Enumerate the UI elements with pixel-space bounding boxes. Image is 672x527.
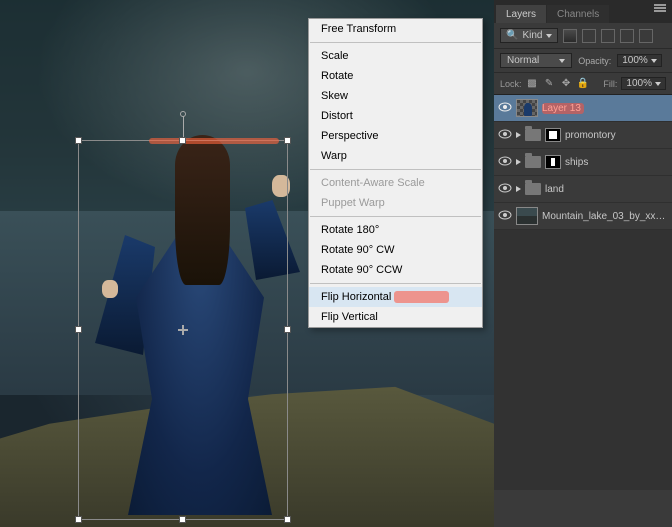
- menu-distort[interactable]: Distort: [309, 106, 482, 126]
- layers-empty-area[interactable]: [494, 230, 672, 490]
- fill-input[interactable]: 100%: [621, 77, 666, 90]
- menu-content-aware-scale: Content-Aware Scale: [309, 173, 482, 193]
- filter-pixel-layers-icon[interactable]: [563, 29, 577, 43]
- transform-handle-top[interactable]: [179, 137, 186, 144]
- menu-rotate[interactable]: Rotate: [309, 66, 482, 86]
- tab-channels[interactable]: Channels: [547, 5, 609, 23]
- menu-puppet-warp: Puppet Warp: [309, 193, 482, 213]
- folder-icon: [525, 156, 541, 168]
- menu-scale[interactable]: Scale: [309, 46, 482, 66]
- menu-flip-vertical[interactable]: Flip Vertical: [309, 307, 482, 327]
- menu-separator: [310, 283, 481, 284]
- blend-mode-select[interactable]: Normal: [500, 53, 572, 68]
- transform-handle-top-right[interactable]: [284, 137, 291, 144]
- menu-perspective[interactable]: Perspective: [309, 126, 482, 146]
- menu-separator: [310, 216, 481, 217]
- layer-filter-kind-select[interactable]: 🔍 Kind: [500, 28, 558, 43]
- folder-icon: [525, 183, 541, 195]
- fill-label: Fill:: [603, 79, 617, 89]
- menu-rotate-180[interactable]: Rotate 180°: [309, 220, 482, 240]
- visibility-toggle-icon[interactable]: [498, 210, 512, 223]
- layer-thumbnail[interactable]: [516, 99, 538, 117]
- filter-shape-layers-icon[interactable]: [620, 29, 634, 43]
- opacity-input[interactable]: 100%: [617, 54, 662, 67]
- chevron-down-icon: [655, 82, 661, 86]
- layer-name[interactable]: ships: [565, 157, 668, 168]
- layer-name[interactable]: Mountain_lake_03_by_xxM…: [542, 211, 668, 222]
- layer-filter-row: 🔍 Kind: [494, 23, 672, 49]
- visibility-toggle-icon[interactable]: [498, 156, 512, 169]
- layer-mask-thumbnail[interactable]: [545, 155, 561, 169]
- visibility-toggle-icon[interactable]: [498, 129, 512, 142]
- lock-all-icon[interactable]: 🔒: [577, 77, 590, 90]
- transform-reference-point[interactable]: [180, 111, 186, 117]
- blend-mode-row: Normal Opacity: 100%: [494, 49, 672, 73]
- search-icon: 🔍: [506, 30, 518, 41]
- transform-handle-bottom-right[interactable]: [284, 516, 291, 523]
- lock-pixels-icon[interactable]: ✎: [543, 77, 556, 90]
- chevron-down-icon: [546, 34, 552, 38]
- menu-flip-horizontal[interactable]: Flip Horizontal: [309, 287, 482, 307]
- transform-handle-left[interactable]: [75, 326, 82, 333]
- fill-value: 100%: [626, 78, 652, 89]
- menu-separator: [310, 42, 481, 43]
- transform-center-marker[interactable]: [178, 325, 188, 335]
- opacity-label: Opacity:: [578, 56, 611, 66]
- filter-smart-objects-icon[interactable]: [639, 29, 653, 43]
- layers-list: Layer 13 promontory ships: [494, 95, 672, 230]
- annotation-highlight: [394, 291, 449, 303]
- opacity-value: 100%: [622, 55, 648, 66]
- layer-mask-thumbnail[interactable]: [545, 128, 561, 142]
- layer-row[interactable]: ships: [494, 149, 672, 176]
- layer-name[interactable]: Layer 13: [542, 103, 668, 114]
- transform-handle-bottom[interactable]: [179, 516, 186, 523]
- lock-label: Lock:: [500, 79, 522, 89]
- layers-panel: Layers Channels 🔍 Kind Normal Opacity: 1…: [494, 0, 672, 527]
- layer-row[interactable]: promontory: [494, 122, 672, 149]
- menu-rotate-90-cw[interactable]: Rotate 90° CW: [309, 240, 482, 260]
- annotation-highlight: [149, 138, 279, 144]
- visibility-toggle-icon[interactable]: [498, 102, 512, 115]
- layer-name[interactable]: land: [545, 184, 668, 195]
- expand-group-icon[interactable]: [516, 159, 521, 165]
- chevron-down-icon: [559, 59, 565, 63]
- lock-position-icon[interactable]: ✥: [560, 77, 573, 90]
- menu-free-transform[interactable]: Free Transform: [309, 19, 482, 39]
- panel-tabs: Layers Channels: [494, 0, 672, 23]
- menu-skew[interactable]: Skew: [309, 86, 482, 106]
- layer-filter-kind-label: Kind: [522, 30, 542, 41]
- transform-handle-right[interactable]: [284, 326, 291, 333]
- transform-context-menu: Free Transform Scale Rotate Skew Distort…: [308, 18, 483, 328]
- tab-layers[interactable]: Layers: [496, 5, 546, 23]
- free-transform-bounding-box[interactable]: [78, 140, 288, 520]
- menu-warp[interactable]: Warp: [309, 146, 482, 166]
- filter-adjustment-layers-icon[interactable]: [582, 29, 596, 43]
- expand-group-icon[interactable]: [516, 132, 521, 138]
- layer-name[interactable]: promontory: [565, 130, 668, 141]
- layer-thumbnail[interactable]: [516, 207, 538, 225]
- folder-icon: [525, 129, 541, 141]
- menu-separator: [310, 169, 481, 170]
- visibility-toggle-icon[interactable]: [498, 183, 512, 196]
- menu-flip-horizontal-label: Flip Horizontal: [321, 291, 391, 303]
- lock-row: Lock: ▩ ✎ ✥ 🔒 Fill: 100%: [494, 73, 672, 95]
- filter-type-layers-icon[interactable]: [601, 29, 615, 43]
- layer-row[interactable]: land: [494, 176, 672, 203]
- layer-row[interactable]: Mountain_lake_03_by_xxM…: [494, 203, 672, 230]
- chevron-down-icon: [651, 59, 657, 63]
- blend-mode-value: Normal: [507, 55, 539, 66]
- expand-group-icon[interactable]: [516, 186, 521, 192]
- transform-handle-bottom-left[interactable]: [75, 516, 82, 523]
- transform-handle-top-left[interactable]: [75, 137, 82, 144]
- menu-rotate-90-ccw[interactable]: Rotate 90° CCW: [309, 260, 482, 280]
- lock-transparency-icon[interactable]: ▩: [526, 77, 539, 90]
- panel-menu-icon[interactable]: [654, 4, 668, 16]
- layer-row[interactable]: Layer 13: [494, 95, 672, 122]
